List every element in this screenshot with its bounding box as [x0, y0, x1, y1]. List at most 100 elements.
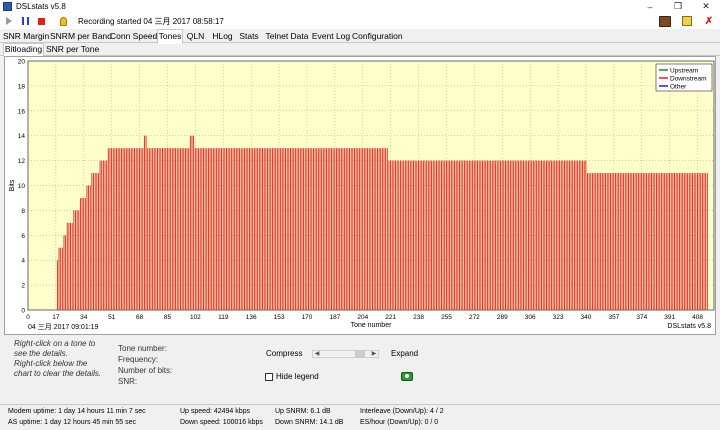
- downstream-bar: [86, 185, 88, 310]
- downstream-bar: [143, 135, 145, 310]
- downstream-bar: [644, 173, 646, 310]
- downstream-bar: [191, 135, 193, 310]
- downstream-bar: [432, 160, 434, 310]
- downstream-bar: [91, 173, 93, 310]
- downstream-bar: [651, 173, 652, 310]
- downstream-bar: [222, 148, 224, 310]
- downstream-bar: [537, 160, 539, 310]
- downstream-bar: [212, 148, 214, 310]
- down-speed: Down speed: 100016 kbps: [180, 419, 263, 426]
- downstream-bar: [683, 173, 685, 310]
- downstream-bar: [280, 148, 282, 310]
- downstream-bar: [470, 160, 472, 310]
- tab-qln[interactable]: QLN: [185, 30, 206, 43]
- x-tick-label: 102: [190, 314, 201, 321]
- x-tick-label: 357: [608, 314, 619, 321]
- downstream-bar: [255, 148, 257, 310]
- downstream-bar: [529, 160, 531, 310]
- slider-right-icon[interactable]: ▶: [370, 351, 378, 357]
- downstream-bar: [449, 160, 451, 310]
- bitloading-chart[interactable]: 0 2 4 6 8 10 12 14 16 18 20 0 17 34 51 68 85 102 119 136 153…: [4, 56, 716, 335]
- downstream-bar: [337, 148, 339, 310]
- downstream-bar: [437, 160, 439, 310]
- downstream-bar: [230, 148, 232, 310]
- slider-thumb[interactable]: [355, 351, 365, 357]
- pause-icon[interactable]: [18, 14, 32, 28]
- downstream-bar: [701, 173, 703, 310]
- tab-event-log[interactable]: Event Log: [311, 30, 351, 43]
- tab-conn-speed[interactable]: Conn Speed: [110, 30, 157, 43]
- downstream-bar: [426, 160, 428, 310]
- chart-timestamp: 04 三月 2017 09:01:19: [28, 324, 99, 331]
- downstream-bar: [352, 148, 354, 310]
- downstream-bar: [605, 173, 607, 310]
- stop-icon[interactable]: [34, 14, 48, 28]
- downstream-bar: [703, 173, 705, 310]
- tab-hlog[interactable]: HLog: [211, 30, 234, 43]
- downstream-bar: [490, 160, 492, 310]
- downstream-bar: [654, 173, 656, 310]
- tab-snrm-per-band[interactable]: SNRM per Band: [50, 30, 112, 43]
- downstream-bar: [194, 148, 196, 310]
- hide-legend-checkbox[interactable]: [265, 373, 273, 381]
- downstream-bar: [73, 210, 75, 310]
- tool-icon[interactable]: [658, 14, 672, 28]
- exit-icon[interactable]: ✗: [702, 14, 716, 28]
- downstream-bar: [706, 173, 708, 310]
- x-tick-label: 289: [497, 314, 508, 321]
- downstream-bar: [383, 148, 385, 310]
- downstream-bar: [203, 148, 204, 310]
- downstream-bar: [299, 148, 301, 310]
- downstream-bar: [372, 148, 373, 310]
- downstream-bar: [667, 173, 669, 310]
- downstream-bar: [237, 148, 239, 310]
- y-tick-label: 18: [18, 83, 26, 90]
- x-tick-label: 340: [581, 314, 592, 321]
- minimize-icon[interactable]: –: [636, 0, 664, 13]
- downstream-bar: [628, 173, 629, 310]
- downstream-bar: [81, 197, 83, 310]
- slider-left-icon[interactable]: ◀: [313, 351, 321, 357]
- downstream-bar: [546, 160, 547, 310]
- camera-icon[interactable]: [401, 372, 413, 381]
- downstream-bar: [521, 160, 523, 310]
- downstream-bar: [137, 148, 139, 310]
- maximize-icon[interactable]: ❐: [664, 0, 692, 13]
- tab-tones[interactable]: Tones: [157, 29, 183, 44]
- tab-telnet-data[interactable]: Telnet Data: [264, 30, 310, 43]
- downstream-bar: [360, 148, 362, 310]
- close-icon[interactable]: ✕: [692, 0, 720, 13]
- downstream-bar: [152, 148, 154, 310]
- downstream-bar: [309, 148, 311, 310]
- downstream-bar: [124, 148, 126, 310]
- downstream-bar: [413, 160, 414, 310]
- downstream-bar: [682, 173, 684, 310]
- play-icon[interactable]: [2, 14, 16, 28]
- y-tick-label: 2: [21, 283, 25, 290]
- downstream-bar: [552, 160, 554, 310]
- downstream-bar: [674, 173, 675, 310]
- downstream-bar: [344, 148, 346, 310]
- hint-line: see the details.: [14, 349, 68, 358]
- tab-snr-margin[interactable]: SNR Margin: [3, 30, 49, 43]
- tab-bitloading[interactable]: Bitloading: [3, 43, 44, 57]
- downstream-bar: [618, 173, 620, 310]
- downstream-bar: [347, 148, 349, 310]
- tab-stats[interactable]: Stats: [237, 30, 261, 43]
- downstream-bar: [600, 173, 602, 310]
- zoom-slider[interactable]: ◀ ▶: [312, 350, 379, 358]
- downstream-bar: [234, 148, 236, 310]
- tab-snr-per-tone[interactable]: SNR per Tone: [46, 44, 99, 56]
- tab-configuration[interactable]: Configuration: [352, 30, 403, 43]
- hide-legend-label[interactable]: Hide legend: [276, 372, 319, 381]
- downstream-bar: [436, 160, 437, 310]
- downstream-bar: [258, 148, 260, 310]
- x-tick-label: 0: [26, 314, 30, 321]
- downstream-bar: [293, 148, 295, 310]
- downstream-bar: [296, 148, 298, 310]
- notes-icon[interactable]: [680, 14, 694, 28]
- downstream-bar: [506, 160, 508, 310]
- downstream-bar: [621, 173, 623, 310]
- downstream-bar: [598, 173, 600, 310]
- bulb-icon[interactable]: [56, 14, 70, 28]
